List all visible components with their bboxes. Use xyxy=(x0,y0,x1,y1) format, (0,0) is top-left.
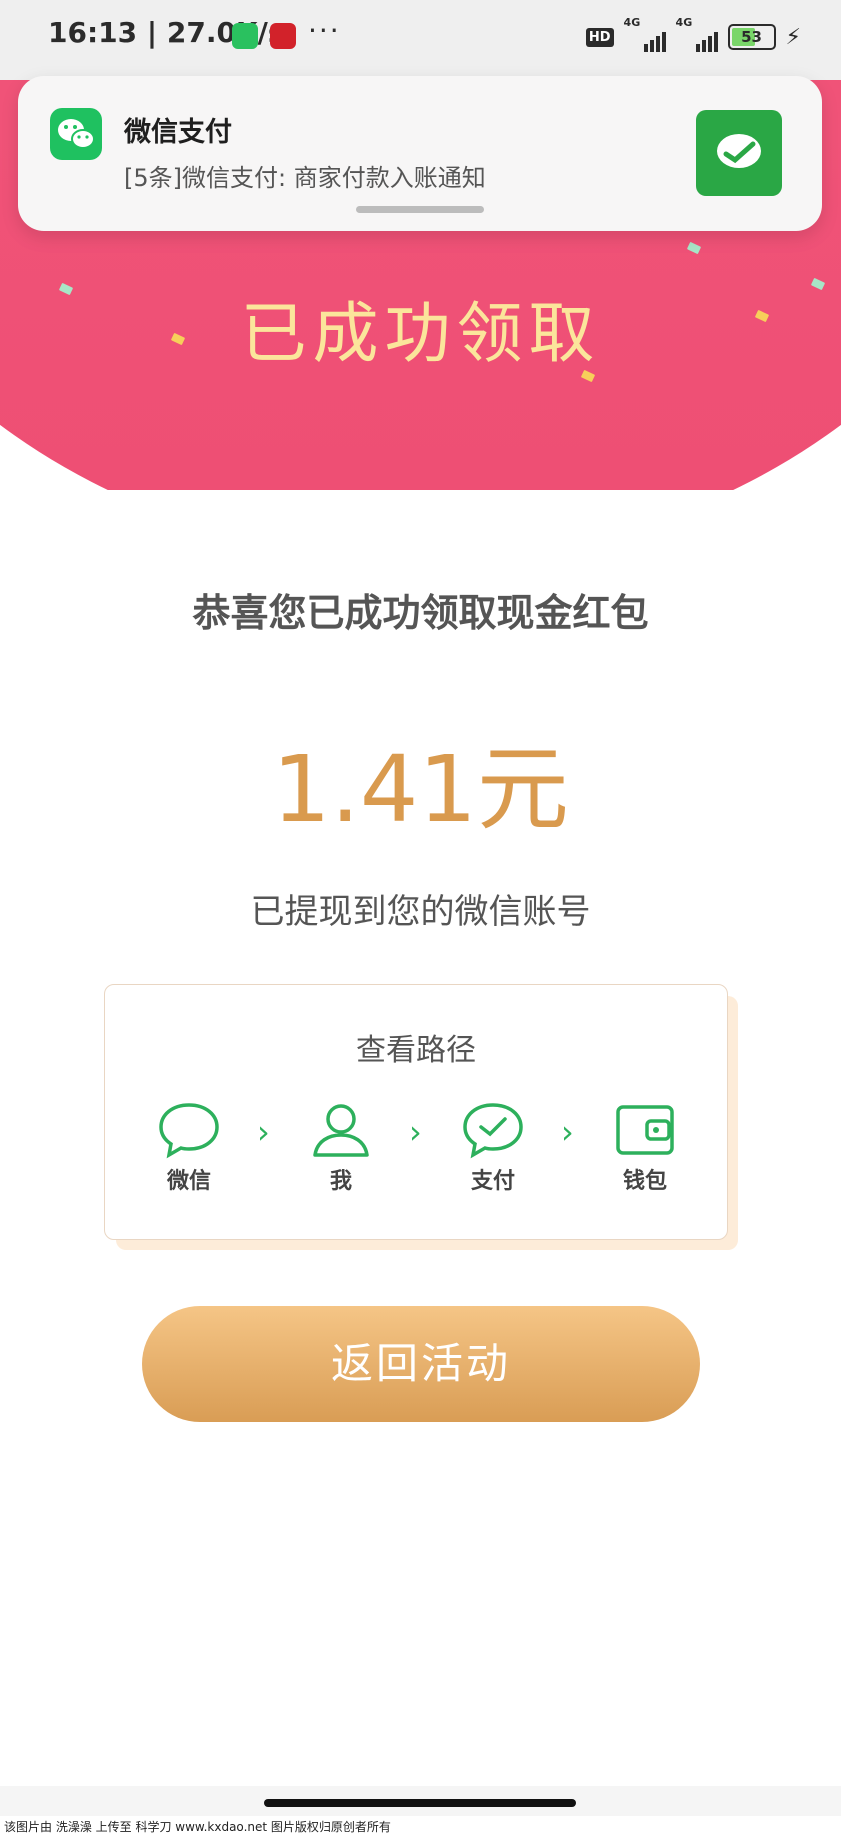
home-indicator[interactable] xyxy=(264,1799,576,1807)
network-type-label: 4G xyxy=(675,16,693,29)
step-wallet: 钱包 xyxy=(605,1101,685,1195)
step-label: 微信 xyxy=(166,1169,211,1194)
notification-banner[interactable]: 微信支付 [5条]微信支付: 商家付款入账通知 xyxy=(18,76,822,231)
wechat-icon xyxy=(50,108,102,160)
congrats-text: 恭喜您已成功领取现金红包 xyxy=(192,591,649,635)
wallet-icon xyxy=(616,1105,674,1155)
user-icon xyxy=(313,1104,369,1157)
signal-icon: 4G xyxy=(676,16,718,52)
step-label: 支付 xyxy=(470,1169,515,1194)
battery-level: 53 xyxy=(741,28,762,46)
step-label: 钱包 xyxy=(622,1169,667,1194)
more-dots-icon: ··· xyxy=(308,14,341,47)
path-card: 查看路径 微信 › 我 › 支付 › 钱包 xyxy=(104,984,728,1240)
page-title: 已成功领取 xyxy=(240,295,601,372)
step-wechat: 微信 xyxy=(149,1101,229,1195)
watermark-text: 该图片由 洗澡澡 上传至 科学刀 www.kxdao.net 图片版权归原创者所… xyxy=(0,1816,841,1839)
signal-icon: 4G xyxy=(624,16,666,52)
step-pay: 支付 xyxy=(453,1101,533,1195)
amount-text: 1.41元 xyxy=(272,736,569,843)
wechat-status-icon xyxy=(232,23,258,49)
step-label: 我 xyxy=(329,1169,352,1194)
notification-handle[interactable] xyxy=(356,206,484,213)
battery-icon: 53 xyxy=(727,24,776,50)
step-me: 我 xyxy=(301,1101,381,1195)
wechat-pay-icon[interactable] xyxy=(696,110,782,196)
charging-icon: ⚡ xyxy=(785,24,801,50)
app-status-icon xyxy=(270,23,296,49)
back-to-activity-button[interactable]: 返回活动 xyxy=(142,1306,700,1422)
chevron-right-icon: › xyxy=(409,1113,422,1151)
status-indicators: HD 4G 4G 53 ⚡ xyxy=(585,16,801,54)
pay-check-icon xyxy=(463,1103,523,1159)
chevron-right-icon: › xyxy=(257,1113,270,1151)
path-title: 查看路径 xyxy=(356,1033,476,1068)
notification-app-name: 微信支付 xyxy=(124,117,232,148)
network-type-label: 4G xyxy=(623,16,641,29)
hd-icon: HD xyxy=(585,27,614,47)
chat-bubble-icon xyxy=(159,1103,219,1159)
withdraw-text: 已提现到您的微信账号 xyxy=(250,892,591,932)
chevron-right-icon: › xyxy=(561,1113,574,1151)
notification-message: [5条]微信支付: 商家付款入账通知 xyxy=(124,164,486,192)
